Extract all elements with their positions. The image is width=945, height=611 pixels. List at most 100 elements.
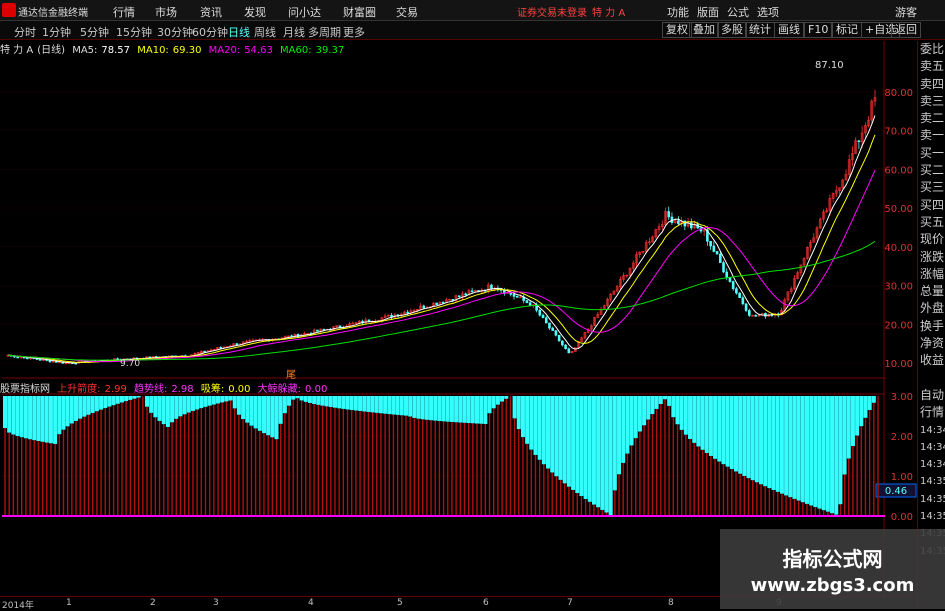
ind-hist — [817, 396, 822, 509]
ind-hist — [295, 396, 300, 399]
candle-body — [728, 277, 732, 282]
candle-body — [464, 293, 467, 296]
quote-panel-item[interactable]: 14:34 — [918, 456, 945, 473]
quote-panel-item[interactable]: 14:34 — [918, 439, 945, 456]
candle-body — [541, 314, 545, 319]
ind-hist — [245, 396, 250, 423]
quote-panel-item[interactable]: 卖五 — [918, 58, 945, 75]
up-label: 上升箭度: — [57, 384, 101, 395]
ind-hist — [136, 396, 141, 398]
quote-panel: 委比 卖五 卖四 卖三 卖二 卖一 买一 买二 买三 买四 买五 现价 涨跌 涨幅 总量 外盘 换手 净资 收益自动… — [917, 41, 945, 609]
candle-body — [754, 314, 758, 317]
candle-body — [316, 329, 319, 332]
quote-panel-item[interactable]: 卖一 — [918, 127, 945, 144]
ind-hist — [746, 396, 751, 479]
candle-body — [683, 220, 687, 227]
ind-hist — [124, 396, 129, 402]
quote-panel-item[interactable]: 收益 — [918, 352, 945, 369]
ind-hist — [203, 396, 208, 407]
quote-panel-item[interactable]: 14:35 — [918, 473, 945, 490]
ind-hist — [713, 396, 718, 459]
quote-panel-item[interactable]: 买一 — [918, 145, 945, 162]
candle-body — [441, 301, 445, 304]
candle-body — [470, 290, 474, 293]
ind-hist — [771, 396, 776, 491]
ind-hist — [383, 396, 388, 414]
ind-hist — [775, 396, 780, 492]
candle-body — [490, 284, 493, 289]
price-tick: 50.00 — [884, 204, 913, 215]
watermark-title: 指标公式网 — [782, 547, 883, 571]
ind-hist — [475, 396, 480, 424]
ind-hist — [546, 396, 551, 469]
quote-panel-item[interactable]: 涨跌 — [918, 249, 945, 266]
ind-hist — [36, 396, 41, 442]
ind-hist — [642, 396, 647, 426]
ind-hist — [721, 396, 726, 465]
quote-panel-item[interactable]: 卖二 — [918, 110, 945, 127]
ind-hist — [291, 396, 296, 400]
ind-hist — [679, 396, 684, 430]
quote-panel-item[interactable]: 总量 — [918, 283, 945, 300]
ind-hist — [23, 396, 28, 439]
ind-hist — [830, 396, 835, 514]
quote-panel-item[interactable]: 换手 — [918, 318, 945, 335]
ind-hist — [608, 396, 613, 516]
ind-hist — [604, 396, 609, 513]
quote-panel-item[interactable]: 行情 — [918, 404, 945, 421]
ind-hist — [241, 396, 246, 420]
quote-panel-item[interactable]: 自动 — [918, 387, 945, 404]
ind-hist — [821, 396, 826, 511]
candle-body — [515, 296, 519, 298]
ind-hist — [704, 396, 709, 453]
ind-hist — [767, 396, 772, 489]
ind-hist — [792, 396, 797, 499]
ind-hist — [550, 396, 555, 473]
ind-hist — [587, 396, 592, 502]
ind-hist — [332, 396, 337, 408]
ind-hist — [804, 396, 809, 504]
quote-panel-item[interactable]: 买三 — [918, 179, 945, 196]
ind-hist — [65, 396, 70, 427]
quote-panel-item[interactable]: 买四 — [918, 197, 945, 214]
candle-body — [677, 220, 680, 225]
quote-panel-item[interactable]: 14:35 — [918, 508, 945, 525]
time-label: 2 — [150, 598, 156, 608]
ind-hist — [287, 396, 292, 406]
ind-hist — [412, 396, 417, 418]
time-label: 8 — [668, 598, 674, 608]
quote-panel-item[interactable]: 净资 — [918, 335, 945, 352]
quote-panel-item[interactable]: 现价 — [918, 231, 945, 248]
ind-hist — [303, 396, 308, 402]
ind-hist — [236, 396, 241, 415]
ind-hist — [871, 396, 876, 403]
quote-panel-item[interactable]: 涨幅 — [918, 266, 945, 283]
ind-hist — [391, 396, 396, 415]
ind-hist — [533, 396, 538, 455]
quote-panel-item[interactable]: 14:35 — [918, 491, 945, 508]
ind-hist — [199, 396, 204, 409]
ind-hist — [825, 396, 830, 512]
time-label: 5 — [397, 598, 403, 608]
ind-hist — [74, 396, 79, 421]
quote-panel-item[interactable]: 卖四 — [918, 76, 945, 93]
time-label: 1 — [66, 598, 72, 608]
quote-panel-item[interactable]: 外盘 — [918, 300, 945, 317]
candle-body — [512, 294, 516, 297]
ind-hist — [349, 396, 354, 410]
ind-hist — [15, 396, 20, 436]
quote-panel-item[interactable]: 卖三 — [918, 93, 945, 110]
kline-chart[interactable]: 80.00 70.00 60.00 50.00 40.00 30.00 20.00 10.00… — [0, 0, 917, 596]
ind-hist — [69, 396, 74, 424]
quote-panel-item[interactable]: 买五 — [918, 214, 945, 231]
quote-panel-item[interactable]: 14:34 — [918, 422, 945, 439]
quote-panel-item[interactable]: 委比 — [918, 41, 945, 58]
whale-value: 0.00 — [305, 384, 328, 395]
ind-hist — [449, 396, 454, 422]
ind-hist — [441, 396, 446, 422]
quote-panel-item[interactable]: 买二 — [918, 162, 945, 179]
ind-hist — [600, 396, 605, 510]
time-label: 2014年 — [2, 601, 34, 611]
quote-panel-item[interactable] — [918, 370, 945, 387]
ind-hist — [537, 396, 542, 460]
